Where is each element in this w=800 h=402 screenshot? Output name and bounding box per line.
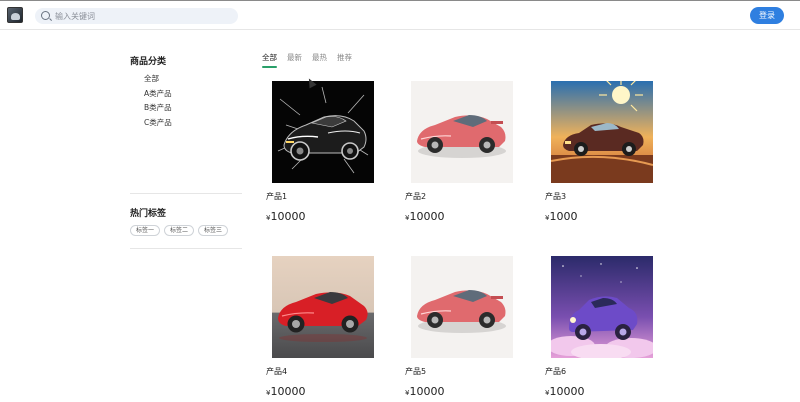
product-price: ¥10000 (405, 210, 444, 223)
site-logo[interactable] (7, 7, 23, 23)
product-image-black-sports-car[interactable] (272, 81, 374, 183)
product-name: 产品6 (545, 367, 567, 376)
product-image-vintage-car-sunset[interactable] (551, 81, 653, 183)
sidebar-divider (130, 193, 242, 194)
tab-newest[interactable]: 最新 (287, 53, 302, 65)
tab-all[interactable]: 全部 (262, 53, 277, 68)
price-value: 10000 (270, 210, 306, 223)
tab-hottest[interactable]: 最热 (312, 53, 327, 65)
price-value: 1000 (549, 210, 578, 223)
product-price: ¥10000 (545, 385, 584, 398)
tab-recommended[interactable]: 推荐 (337, 53, 352, 65)
product-price: ¥10000 (266, 210, 305, 223)
login-button[interactable]: 登录 (750, 7, 784, 24)
category-item-all[interactable]: 全部 (144, 72, 242, 87)
product-price: ¥1000 (545, 210, 577, 223)
price-value: 10000 (549, 385, 585, 398)
product-price: ¥10000 (266, 385, 305, 398)
category-title: 商品分类 (130, 57, 167, 67)
product-name: 产品2 (405, 192, 427, 201)
sidebar-divider (130, 248, 242, 249)
product-image-purple-cartoon-car[interactable] (551, 256, 653, 358)
tag-item[interactable]: 标签一 (130, 225, 161, 236)
category-item-c[interactable]: C类产品 (144, 116, 242, 131)
product-name: 产品5 (405, 367, 427, 376)
product-name: 产品3 (545, 192, 567, 201)
product-price: ¥10000 (405, 385, 444, 398)
category-item-a[interactable]: A类产品 (144, 87, 242, 102)
tag-item[interactable]: 标签二 (164, 225, 195, 236)
tags-title: 热门标签 (130, 209, 167, 219)
category-item-b[interactable]: B类产品 (144, 101, 242, 116)
price-value: 10000 (409, 210, 445, 223)
search-icon (41, 11, 50, 20)
price-value: 10000 (270, 385, 306, 398)
tag-list: 标签一 标签二 标签三 (130, 225, 229, 236)
tag-item[interactable]: 标签三 (198, 225, 229, 236)
category-sidebar: 商品分类 全部 A类产品 B类产品 C类产品 (130, 54, 242, 130)
product-image-pink-sports-car[interactable] (411, 256, 513, 358)
product-name: 产品4 (266, 367, 288, 376)
search-box[interactable] (35, 8, 238, 24)
product-image-red-sports-car[interactable] (272, 256, 374, 358)
top-bar: 登录 (0, 0, 800, 30)
search-input[interactable] (55, 8, 225, 24)
category-list: 全部 A类产品 B类产品 C类产品 (130, 72, 242, 130)
price-value: 10000 (409, 385, 445, 398)
product-name: 产品1 (266, 192, 288, 201)
sort-tabs: 全部 最新 最热 推荐 (262, 53, 352, 68)
product-image-pink-sports-car[interactable] (411, 81, 513, 183)
